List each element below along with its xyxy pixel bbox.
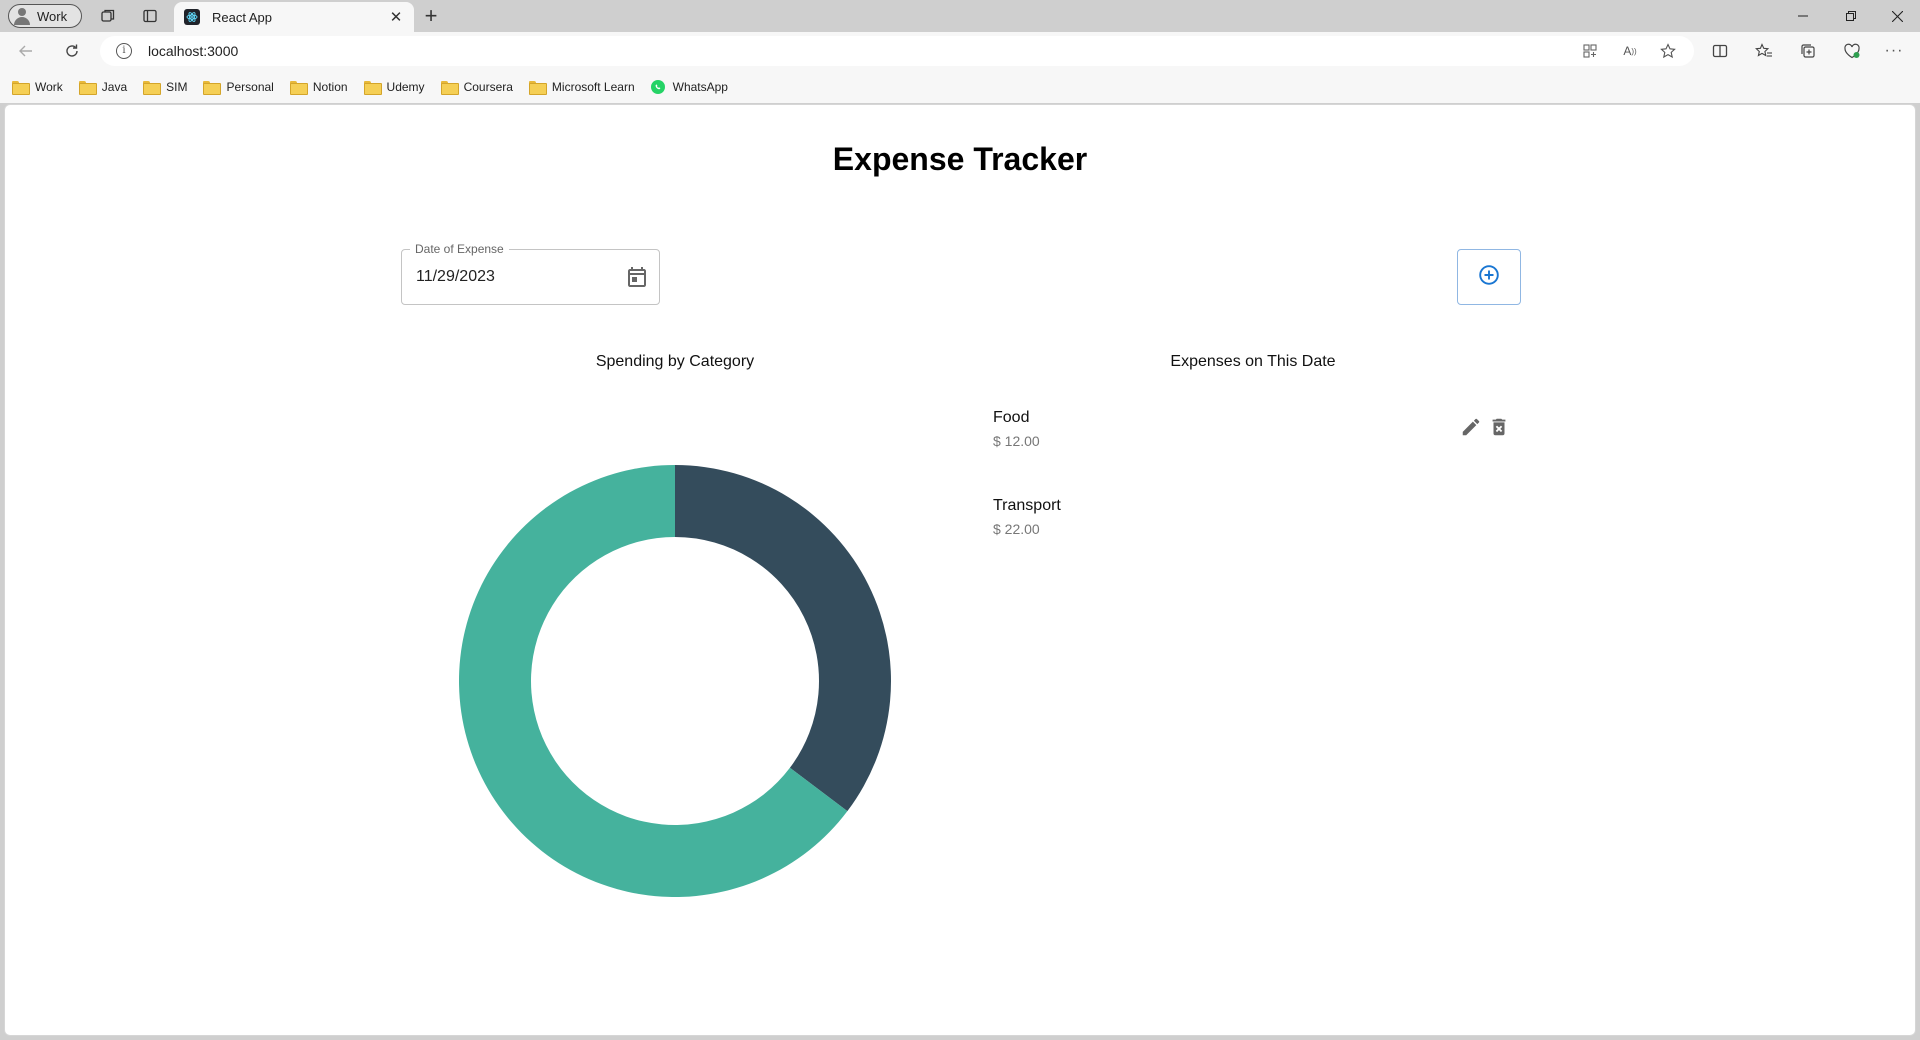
new-tab-icon[interactable]: + — [420, 5, 442, 28]
tab-actions-icon[interactable] — [140, 6, 160, 26]
bookmark-java[interactable]: Java — [78, 77, 128, 97]
bookmark-label: Coursera — [463, 79, 513, 94]
bookmark-label: Work — [35, 79, 63, 94]
close-window-icon[interactable] — [1874, 0, 1920, 32]
expenses-list-title: Expenses on This Date — [1170, 353, 1336, 370]
bookmark-label: Java — [101, 79, 128, 94]
whatsapp-icon — [650, 79, 665, 94]
spending-donut-chart — [458, 465, 891, 897]
folder-icon — [363, 80, 382, 95]
folder-icon — [78, 80, 97, 95]
bookmark-whatsapp[interactable]: WhatsApp — [650, 77, 728, 97]
bookmark-personal[interactable]: Personal — [203, 77, 274, 97]
bookmark-label: Personal — [226, 79, 274, 94]
tab-strip: Work React App ✕ + — [0, 0, 1920, 32]
collections-icon[interactable] — [1796, 39, 1820, 63]
tab-title: React App — [212, 9, 272, 25]
folder-icon — [143, 80, 162, 95]
react-favicon-icon — [184, 9, 200, 25]
expense-category: Transport — [993, 497, 1061, 514]
bookmark-work[interactable]: Work — [12, 77, 63, 97]
address-bar[interactable]: i localhost:3000 A)) — [100, 36, 1694, 66]
bookmark-label: Notion — [312, 79, 348, 94]
bookmark-microsoft-learn[interactable]: Microsoft Learn — [528, 77, 635, 97]
bookmark-udemy[interactable]: Udemy — [363, 77, 425, 97]
date-field-label: Date of Expense — [410, 242, 509, 256]
bookmark-label: Udemy — [386, 79, 425, 94]
expense-category: Food — [993, 409, 1030, 426]
folder-icon — [289, 80, 308, 95]
date-of-expense-field[interactable]: Date of Expense 11/29/2023 — [401, 242, 660, 305]
bookmark-coursera[interactable]: Coursera — [440, 77, 513, 97]
folder-icon — [203, 80, 222, 95]
donut-slice-food[interactable] — [675, 465, 891, 812]
favorite-star-icon[interactable] — [1658, 41, 1678, 61]
page-title: Expense Tracker — [832, 141, 1088, 177]
site-info-icon[interactable]: i — [116, 43, 132, 59]
profile-avatar-icon — [13, 7, 31, 25]
split-screen-icon[interactable] — [1708, 39, 1732, 63]
bookmarks-bar: Work Java SIM Personal Notion Udemy Cour… — [0, 70, 1920, 103]
back-arrow-icon[interactable] — [14, 39, 38, 63]
workspaces-icon[interactable] — [98, 6, 118, 26]
add-expense-button[interactable] — [1457, 249, 1521, 305]
bookmark-sim[interactable]: SIM — [143, 77, 187, 97]
folder-icon — [528, 80, 547, 95]
refresh-icon[interactable] — [60, 39, 84, 63]
bookmark-label: SIM — [166, 79, 188, 94]
browser-essentials-icon[interactable] — [1840, 39, 1864, 63]
add-circle-icon — [1477, 263, 1501, 292]
food-row-actions — [1459, 415, 1511, 439]
bookmark-notion[interactable]: Notion — [289, 77, 348, 97]
close-tab-icon[interactable]: ✕ — [388, 8, 404, 26]
profile-label: Work — [37, 8, 68, 24]
folder-icon — [12, 80, 30, 95]
delete-trash-icon[interactable] — [1487, 415, 1511, 439]
address-url: localhost:3000 — [148, 43, 239, 59]
read-aloud-icon[interactable]: A)) — [1620, 41, 1640, 61]
tab-react-app[interactable]: React App ✕ — [174, 2, 414, 32]
list-item-transport[interactable]: Transport $ 22.00 — [993, 497, 1061, 537]
calendar-icon[interactable] — [625, 265, 649, 289]
minimize-icon[interactable] — [1780, 0, 1826, 32]
edit-pencil-icon[interactable] — [1459, 415, 1483, 439]
bookmark-label: Microsoft Learn — [551, 79, 635, 94]
expense-amount: $ 12.00 — [993, 433, 1040, 449]
favorites-icon[interactable] — [1752, 39, 1776, 63]
bookmark-label: WhatsApp — [672, 79, 728, 94]
date-field-value[interactable]: 11/29/2023 — [416, 268, 495, 286]
folder-icon — [440, 80, 459, 95]
app-available-icon[interactable] — [1580, 41, 1600, 61]
chart-title: Spending by Category — [595, 353, 755, 370]
restore-icon[interactable] — [1828, 0, 1874, 32]
expense-amount: $ 22.00 — [993, 521, 1040, 537]
more-options-icon[interactable]: ··· — [1882, 39, 1906, 63]
browser-toolbar: i localhost:3000 A)) ··· — [0, 32, 1920, 70]
profile-button[interactable]: Work — [8, 4, 82, 28]
page-viewport: Expense Tracker Date of Expense 11/29/20… — [4, 104, 1916, 1036]
list-item-food[interactable]: Food $ 12.00 — [993, 409, 1040, 449]
